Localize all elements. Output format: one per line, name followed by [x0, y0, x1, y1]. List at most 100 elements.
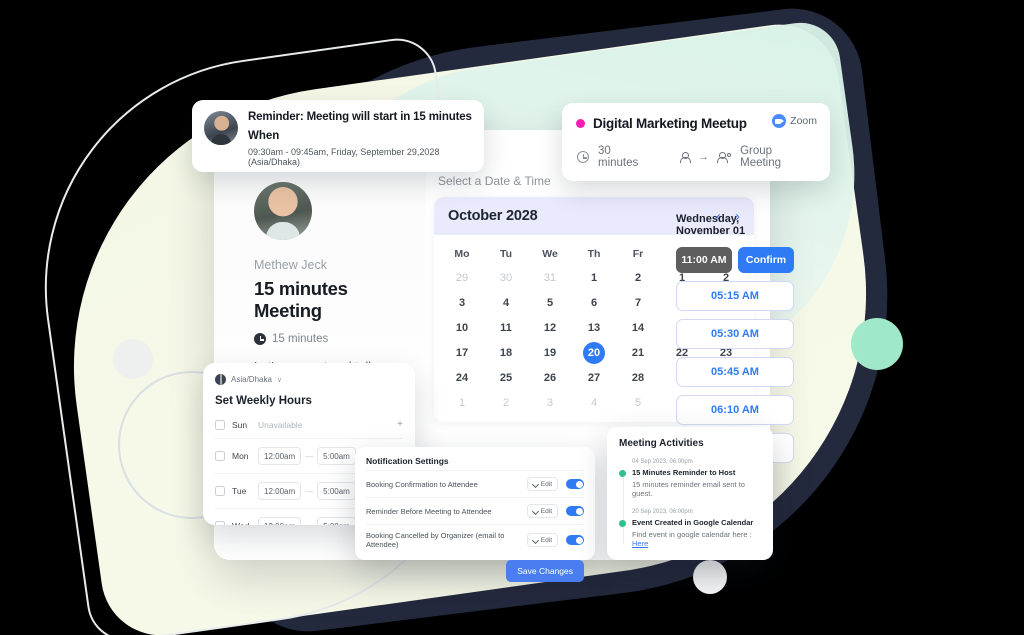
start-time-input[interactable]: 12:00am	[258, 482, 302, 500]
calendar-day[interactable]: 25	[484, 367, 528, 389]
calendar-weekday: We	[542, 248, 558, 260]
person-icon	[680, 151, 692, 163]
calendar-day[interactable]: 1	[440, 392, 484, 414]
activity-dot-icon	[619, 470, 626, 477]
end-time-input[interactable]: 5:00am	[317, 447, 356, 465]
notification-label: Reminder Before Meeting to Attendee	[366, 506, 492, 516]
host-name: Methew Jeck	[254, 258, 327, 272]
zoom-badge[interactable]: Zoom	[772, 114, 817, 128]
notification-toggle[interactable]	[566, 479, 584, 489]
calendar-day[interactable]: 4	[484, 292, 528, 314]
activity-description: 15 minutes reminder email sent to guest.	[632, 480, 745, 498]
host-avatar	[254, 182, 312, 240]
calendar-day[interactable]: 5	[616, 392, 660, 414]
calendar-day[interactable]: 5	[528, 292, 572, 314]
calendar-month-label: October 2028	[448, 208, 538, 224]
chevron-down-icon: ∨	[276, 376, 283, 384]
calendar-day[interactable]: 14	[616, 317, 660, 339]
edit-button[interactable]: Edit	[526, 533, 558, 547]
notification-row: Booking Confirmation to Attendee Edit	[366, 470, 584, 497]
time-slot[interactable]: 05:15 AM	[676, 281, 794, 311]
calendar-day[interactable]: 18	[484, 342, 528, 364]
calendar-day[interactable]: 10	[440, 317, 484, 339]
meetup-meta-row: 30 minutes → Group Meeting	[576, 145, 816, 169]
day-label: Mon	[232, 451, 249, 461]
notification-rows: Booking Confirmation to Attendee Edit Remi…	[366, 470, 584, 555]
day-checkbox[interactable]	[215, 451, 225, 461]
calendar-weekday: Tu	[499, 248, 513, 260]
calendar-day[interactable]: 12	[528, 317, 572, 339]
activity-link[interactable]: Here	[632, 539, 648, 548]
reminder-body: Reminder: Meeting will start in 15 minut…	[248, 111, 472, 172]
activity-timestamp: 04 Sep 2023, 06:00pm	[632, 459, 693, 465]
calendar-day[interactable]: 2	[616, 267, 660, 289]
meeting-title: 15 minutes Meeting	[254, 278, 348, 321]
confirm-button[interactable]: Confirm	[738, 247, 794, 273]
reminder-when-label: When	[248, 130, 280, 142]
calendar-day[interactable]: 19	[528, 342, 572, 364]
time-slot[interactable]: 05:45 AM	[676, 357, 794, 387]
day-label: Wed	[232, 521, 258, 525]
start-time-input[interactable]: 12:00am	[258, 447, 302, 465]
duration-row: 15 minutes	[254, 333, 404, 345]
activities-title: Meeting Activities	[619, 438, 704, 449]
calendar-day[interactable]: 21	[616, 342, 660, 364]
reminder-card: Reminder: Meeting will start in 15 minut…	[192, 100, 484, 172]
calendar-day[interactable]: 3	[440, 292, 484, 314]
calendar-day[interactable]: 13	[572, 317, 616, 339]
end-time-input[interactable]: 5:00am	[317, 517, 356, 525]
edit-button[interactable]: Edit	[526, 504, 558, 518]
calendar-day[interactable]: 1	[572, 267, 616, 289]
weekly-hours-title: Set Weekly Hours	[215, 395, 312, 407]
screenshot-root: Methew Jeck 15 minutes Meeting 15 minute…	[0, 0, 1024, 635]
day-checkbox[interactable]	[215, 486, 225, 496]
selected-slot-row: 11:00 AM Confirm	[676, 247, 794, 273]
edit-button[interactable]: Edit	[526, 477, 558, 491]
timezone-selector[interactable]: Asia/Dhaka ∨	[215, 374, 403, 385]
calendar-day[interactable]: 17	[440, 342, 484, 364]
notification-settings-card: Notification Settings Booking Confirmati…	[355, 447, 595, 582]
pencil-icon	[531, 536, 539, 544]
calendar-day[interactable]: 27	[572, 367, 616, 389]
notification-toggle[interactable]	[566, 535, 584, 545]
activity-description: Find event in google calendar here : Her…	[632, 530, 752, 548]
decorative-gray-circle	[113, 339, 153, 379]
selected-time-slot[interactable]: 11:00 AM	[676, 247, 732, 273]
notification-toggle[interactable]	[566, 506, 584, 516]
reminder-avatar	[204, 111, 238, 145]
calendar-day[interactable]: 6	[572, 292, 616, 314]
calendar-day[interactable]: 29	[440, 267, 484, 289]
calendar-day[interactable]: 2	[484, 392, 528, 414]
calendar-day[interactable]: 28	[616, 367, 660, 389]
calendar-day[interactable]: 30	[484, 267, 528, 289]
end-time-input[interactable]: 5:00am	[317, 482, 356, 500]
group-icon	[717, 151, 732, 163]
calendar-weekday: Th	[587, 248, 601, 260]
calendar-day[interactable]: 7	[616, 292, 660, 314]
start-time-input[interactable]: 12:00am	[258, 517, 302, 525]
decorative-mint-circle	[851, 318, 903, 370]
zoom-video-icon	[772, 114, 787, 128]
arrow-right-icon: →	[698, 150, 710, 163]
add-icon[interactable]: +	[397, 420, 403, 430]
calendar-day[interactable]: 11	[484, 317, 528, 339]
activity-timestamp: 20 Sep 2023, 06:00pm	[632, 509, 693, 515]
reminder-when-value: 09:30am - 09:45am, Friday, September 29,…	[248, 147, 440, 167]
save-changes-button[interactable]: Save Changes	[506, 560, 584, 582]
notification-row: Reminder Before Meeting to Attendee Edit	[366, 497, 584, 524]
time-range-dash: —	[305, 486, 314, 496]
day-checkbox[interactable]	[215, 420, 225, 430]
day-checkbox[interactable]	[215, 521, 225, 525]
time-slot[interactable]: 05:30 AM	[676, 319, 794, 349]
meetup-type: Group Meeting	[740, 145, 782, 169]
calendar-day[interactable]: 24	[440, 367, 484, 389]
calendar-day[interactable]: 3	[528, 392, 572, 414]
time-slot[interactable]: 06:10 AM	[676, 395, 794, 425]
activity-heading: 15 Minutes Reminder to Host	[632, 468, 736, 477]
day-label: Tue	[232, 486, 247, 496]
calendar-day[interactable]: 31	[528, 267, 572, 289]
calendar-day-selected[interactable]: 20	[583, 342, 605, 364]
calendar-day[interactable]: 26	[528, 367, 572, 389]
calendar-day[interactable]: 4	[572, 392, 616, 414]
timezone-label: Asia/Dhaka	[231, 375, 272, 384]
